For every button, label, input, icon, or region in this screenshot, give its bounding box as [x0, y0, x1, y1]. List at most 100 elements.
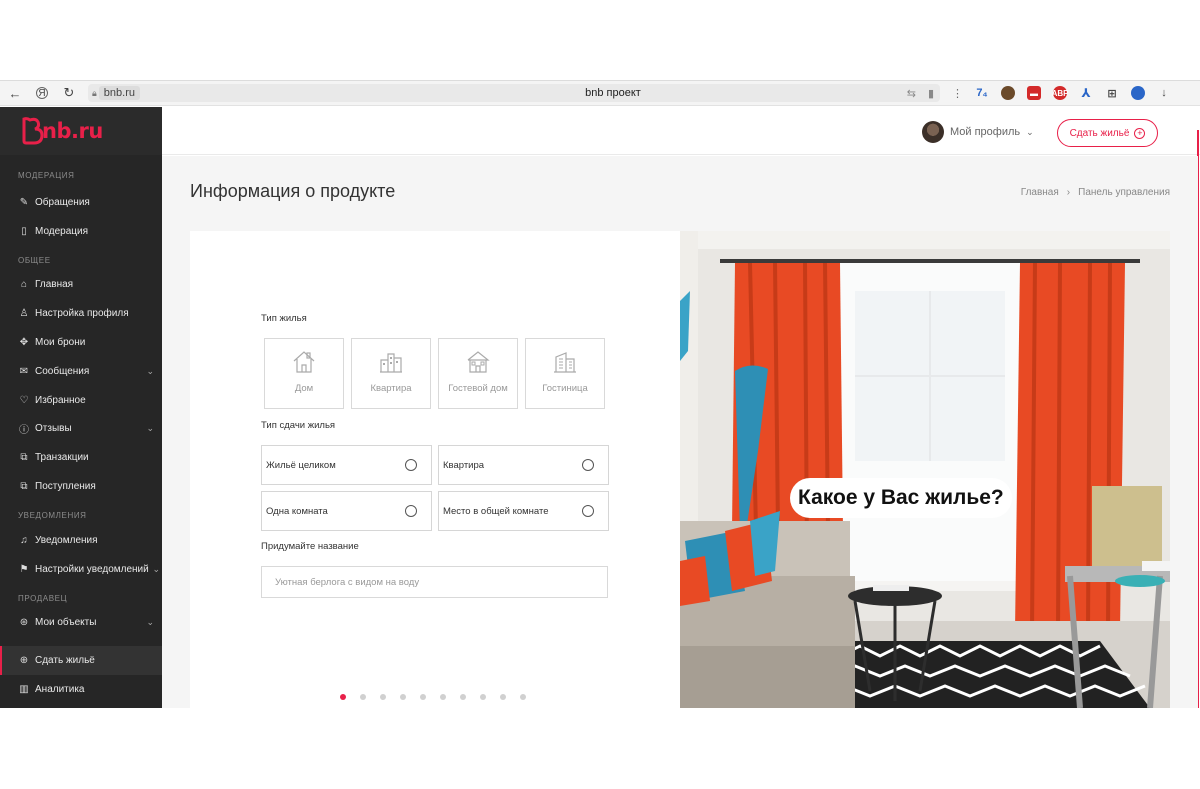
section-title-seller: ПРОДАВЕЦ	[18, 593, 68, 603]
extension-icon-2[interactable]	[1001, 86, 1015, 100]
sidebar-item-label: Транзакции	[35, 452, 89, 464]
sidebar-item-income[interactable]: ⧉ Поступления	[0, 472, 162, 501]
adblock-icon[interactable]: ABP	[1052, 86, 1068, 100]
extension-icon-3[interactable]: ▬	[1027, 86, 1041, 100]
logo[interactable]: bnbnb.ru	[0, 107, 162, 155]
product-form-card: Тип жилья Дом Квартира Гостевой дом Гост…	[190, 231, 680, 708]
profile-menu[interactable]: Мой профиль ⌄	[922, 121, 1034, 143]
sidebar-item-bookings[interactable]: ✥ Мои брони	[0, 328, 162, 357]
rent-out-button[interactable]: Сдать жильё +	[1057, 119, 1158, 147]
chevron-down-icon: ⌄	[146, 617, 154, 628]
sidebar-item-label: Обращения	[35, 196, 90, 208]
address-bar[interactable]: 🔒︎ bnb.ru bnb проект ⇆ ▮	[88, 84, 940, 102]
sidebar-item-analytics[interactable]: ▥ Аналитика	[0, 675, 162, 704]
step-dot[interactable]	[360, 694, 366, 700]
sidebar-item-label: Отзывы	[35, 423, 72, 435]
step-dot[interactable]	[340, 694, 346, 700]
sidebar-item-profile-settings[interactable]: ♙ Настройка профиля	[0, 299, 162, 328]
reload-icon[interactable]: ↻	[58, 82, 80, 104]
tab-title: bnb проект	[585, 87, 641, 99]
top-header: Мой профиль ⌄ Сдать жильё +	[162, 107, 1200, 155]
sidebar-item-label: Сообщения	[35, 365, 90, 377]
step-dot[interactable]	[400, 694, 406, 700]
housing-type-label-text: Квартира	[370, 383, 412, 394]
step-pagination	[340, 694, 526, 700]
living-room-image	[680, 231, 1170, 708]
edit-icon: ✎	[19, 196, 29, 208]
sidebar-item-home[interactable]: ⌂ Главная	[0, 271, 162, 300]
sidebar-item-my-objects[interactable]: ⊛ Мои объекты ⌄	[0, 609, 162, 638]
rent-type-text: Место в общей комнате	[443, 506, 549, 517]
plus-circle-icon: ⊕	[19, 655, 29, 667]
house-icon	[293, 351, 315, 373]
chart-icon: ▥	[19, 684, 29, 696]
menu-dots-icon[interactable]: ⋮	[952, 87, 963, 100]
radio-button[interactable]	[582, 505, 594, 517]
lock-icon: 🔒︎	[92, 87, 97, 98]
housing-type-hotel[interactable]: Гостиница	[525, 338, 605, 409]
extension-icon-5[interactable]: ⊞	[1105, 86, 1119, 100]
sidebar-item-favorites[interactable]: ♡ Избранное	[0, 386, 162, 415]
translate-icon[interactable]: ⇆	[907, 87, 916, 100]
plus-icon: +	[1134, 127, 1146, 139]
chevron-down-icon: ⌄	[152, 563, 160, 574]
radio-button[interactable]	[405, 459, 417, 471]
sidebar-item-label: Модерация	[35, 225, 89, 237]
breadcrumb-home[interactable]: Главная	[1021, 187, 1059, 198]
download-icon[interactable]: ↓	[1157, 86, 1171, 100]
breadcrumb-separator-icon: ›	[1066, 187, 1071, 198]
step-dot[interactable]	[500, 694, 506, 700]
housing-type-label: Тип жилья	[261, 313, 307, 324]
breadcrumb: Главная › Панель управления	[1021, 187, 1170, 198]
sidebar-item-moderation[interactable]: ▯ Модерация	[0, 217, 162, 246]
rent-type-apartment[interactable]: Квартира	[438, 445, 609, 485]
back-icon[interactable]: ←	[4, 82, 26, 104]
radio-button[interactable]	[582, 459, 594, 471]
step-dot[interactable]	[480, 694, 486, 700]
sidebar-item-rent-out[interactable]: ⊕ Сдать жильё	[0, 646, 162, 676]
bookmark-icon[interactable]: ▮	[928, 87, 934, 100]
section-title-moderation: МОДЕРАЦИЯ	[18, 171, 75, 180]
hotel-icon	[554, 352, 576, 373]
compass-icon: ✥	[19, 337, 29, 349]
yandex-icon[interactable]: Я	[36, 87, 48, 99]
main-content: Информация о продукте Главная › Панель у…	[162, 156, 1198, 708]
sidebar-item-label: Избранное	[35, 394, 86, 406]
sidebar-item-reviews[interactable]: ⓘ Отзывы ⌄	[0, 415, 162, 444]
step-dot[interactable]	[520, 694, 526, 700]
radio-button[interactable]	[405, 505, 417, 517]
rent-type-whole[interactable]: Жильё целиком	[261, 445, 432, 485]
extension-icon-6[interactable]	[1131, 86, 1145, 100]
sidebar-item-messages[interactable]: ✉ Сообщения ⌄	[0, 357, 162, 386]
sidebar-item-notifications[interactable]: ♫ Уведомления	[0, 526, 162, 555]
housing-type-house[interactable]: Дом	[264, 338, 344, 409]
room-photo: Какое у Вас жилье?	[680, 231, 1170, 708]
rent-type-room[interactable]: Одна комната	[261, 491, 432, 531]
sidebar-item-label: Поступления	[35, 481, 96, 493]
profile-label: Мой профиль	[950, 126, 1021, 138]
sidebar-item-requests[interactable]: ✎ Обращения	[0, 188, 162, 217]
sidebar-item-label: Главная	[35, 279, 74, 291]
step-dot[interactable]	[460, 694, 466, 700]
apartment-icon	[380, 353, 402, 373]
name-label: Придумайте название	[261, 541, 359, 552]
step-dot[interactable]	[440, 694, 446, 700]
listing-name-input[interactable]	[261, 566, 608, 598]
rent-type-shared[interactable]: Место в общей комнате	[438, 491, 609, 531]
envelope-icon: ✉	[19, 365, 29, 377]
sidebar-item-label: Аналитика	[35, 684, 85, 696]
sidebar-item-label: Уведомления	[35, 534, 98, 546]
step-dot[interactable]	[420, 694, 426, 700]
pin-icon: ⊛	[19, 617, 29, 629]
rent-out-label: Сдать жильё	[1069, 127, 1130, 139]
user-icon: ♙	[19, 308, 29, 320]
sidebar-item-notification-settings[interactable]: ⚑ Настройки уведомлений ⌄	[0, 555, 162, 584]
step-dot[interactable]	[380, 694, 386, 700]
extension-icon-4[interactable]: ⅄	[1079, 86, 1093, 100]
housing-type-guesthouse[interactable]: Гостевой дом	[438, 338, 518, 409]
home-icon: ⌂	[20, 279, 28, 291]
housing-type-apartment[interactable]: Квартира	[351, 338, 431, 409]
sidebar-item-transactions[interactable]: ⧉ Транзакции	[0, 443, 162, 472]
extension-icon-1[interactable]: 7₄	[975, 86, 989, 100]
chevron-down-icon: ⌄	[146, 365, 154, 376]
